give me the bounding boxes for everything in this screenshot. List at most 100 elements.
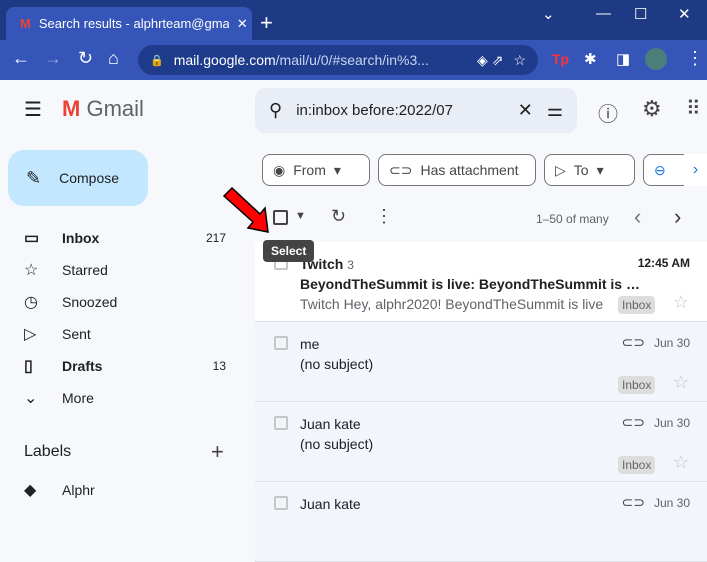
- clear-search-icon[interactable]: ✕: [518, 100, 533, 121]
- subject: BeyondTheSummit is live: BeyondTheSummit…: [300, 276, 645, 292]
- search-input[interactable]: in:inbox before:2022/07: [296, 102, 504, 119]
- pagination-text: 1–50 of many: [536, 212, 609, 226]
- sidebar-item-label: Drafts: [62, 358, 103, 374]
- minimize-button[interactable]: —: [596, 5, 611, 22]
- thread-count: 3: [347, 258, 354, 272]
- sender: Juan kate: [300, 496, 361, 512]
- email-row[interactable]: Juan kate (no subject) ⊂⊃ Jun 30 Inbox ☆: [255, 402, 707, 482]
- attachment-icon: ⊂⊃: [621, 494, 645, 510]
- star-icon[interactable]: ☆: [673, 452, 689, 473]
- profile-avatar[interactable]: [645, 48, 667, 70]
- tab-title: Search results - alphrteam@gmail.com: [38, 16, 229, 31]
- help-icon[interactable]: ⓘ: [598, 98, 618, 127]
- gmail-favicon-icon: M: [20, 16, 31, 31]
- refresh-icon[interactable]: ↻: [331, 206, 346, 227]
- pencil-icon: ✎: [26, 167, 42, 188]
- gmail-logo-text: Gmail: [86, 96, 144, 121]
- sidebar-item-more[interactable]: ⌄ More: [0, 382, 240, 414]
- search-bar[interactable]: ⚲ in:inbox before:2022/07 ✕ ⚌: [255, 88, 577, 133]
- sender-name: Juan kate: [300, 416, 361, 432]
- chip-label: Has attachment: [420, 162, 519, 178]
- date: Jun 30: [653, 416, 690, 430]
- chip-label: To: [573, 162, 589, 178]
- email-row[interactable]: Juan kate ⊂⊃ Jun 30: [255, 482, 707, 562]
- scroll-chips-right-icon[interactable]: ›: [684, 154, 707, 186]
- next-page-icon[interactable]: ›: [674, 204, 681, 230]
- date: Jun 30: [653, 336, 690, 350]
- email-row[interactable]: me (no subject) ⊂⊃ Jun 30 Inbox ☆: [255, 322, 707, 402]
- minus-circle-icon: ⊖: [654, 161, 666, 178]
- back-icon[interactable]: ←: [12, 48, 30, 69]
- label-alphr[interactable]: ◆ Alphr: [0, 474, 240, 506]
- side-panel-icon[interactable]: ◨: [616, 50, 630, 68]
- label-icon: ◆: [24, 482, 37, 499]
- subject: (no subject): [300, 436, 374, 452]
- bookmark-star-icon[interactable]: ☆: [513, 52, 526, 69]
- tab-search-icon[interactable]: ⌄: [542, 5, 555, 23]
- close-tab-icon[interactable]: ✕: [237, 16, 248, 32]
- sender: me: [300, 336, 319, 352]
- date: Jun 30: [653, 496, 690, 510]
- sidebar-item-sent[interactable]: ▷ Sent: [0, 318, 240, 350]
- search-icon[interactable]: ⚲: [269, 100, 282, 121]
- maximize-button[interactable]: ☐: [634, 5, 647, 23]
- inbox-label-badge[interactable]: Inbox: [618, 296, 656, 314]
- menu-kebab-icon[interactable]: ⋮: [686, 48, 704, 69]
- address-bar[interactable]: 🔒 mail.google.com/mail/u/0/#search/in%3.…: [138, 45, 538, 75]
- url-host: mail.google.com: [173, 52, 276, 68]
- sidebar-item-inbox[interactable]: ▭ Inbox 217: [0, 222, 240, 254]
- tab-strip: M Search results - alphrteam@gmail.com ✕…: [0, 0, 707, 40]
- sender: Juan kate: [300, 416, 361, 432]
- close-window-button[interactable]: ✕: [678, 5, 691, 23]
- add-label-icon[interactable]: +: [211, 439, 224, 465]
- reload-icon[interactable]: ↻: [78, 48, 93, 69]
- extensions-puzzle-icon[interactable]: ✱: [584, 50, 597, 68]
- sidebar-item-label: More: [62, 390, 94, 406]
- sidebar-item-drafts[interactable]: ▯ Drafts 13: [0, 350, 240, 382]
- sidebar-item-starred[interactable]: ☆ Starred: [0, 254, 240, 286]
- paperclip-icon: ⊂⊃: [389, 161, 413, 178]
- star-icon[interactable]: ☆: [673, 292, 689, 313]
- attachment-icon: ⊂⊃: [621, 414, 645, 430]
- select-all-checkbox[interactable]: [273, 210, 288, 225]
- clock-icon: ◷: [24, 294, 38, 311]
- send-icon: ▷: [24, 326, 37, 343]
- date: 12:45 AM: [637, 256, 690, 270]
- row-checkbox[interactable]: [274, 336, 288, 350]
- email-row[interactable]: Twitch 3 BeyondTheSummit is live: Beyond…: [255, 242, 707, 322]
- filter-to[interactable]: ▷ To ▾: [544, 154, 635, 186]
- star-icon[interactable]: ☆: [673, 372, 689, 393]
- url-path: /mail/u/0/#search/in%3...: [275, 52, 429, 68]
- filter-from[interactable]: ◉ From ▾: [262, 154, 370, 186]
- search-options-icon[interactable]: ⚌: [547, 100, 563, 121]
- main-menu-icon[interactable]: ☰: [24, 97, 42, 122]
- compose-button[interactable]: ✎ Compose: [8, 150, 148, 206]
- caret-icon: ▾: [333, 161, 341, 178]
- row-checkbox[interactable]: [274, 416, 288, 430]
- attachment-icon: ⊂⊃: [621, 334, 645, 350]
- star-icon: ☆: [24, 262, 39, 279]
- more-actions-icon[interactable]: ⋮: [375, 206, 393, 227]
- inbox-icon: ▭: [24, 230, 40, 247]
- inbox-label-badge[interactable]: Inbox: [618, 376, 656, 394]
- sidebar-item-snoozed[interactable]: ◷ Snoozed: [0, 286, 240, 318]
- row-checkbox[interactable]: [274, 496, 288, 510]
- home-icon[interactable]: ⌂: [108, 48, 119, 69]
- file-icon: ▯: [24, 358, 33, 375]
- prev-page-icon[interactable]: ‹: [634, 204, 641, 230]
- apps-grid-icon[interactable]: ⠿: [686, 96, 701, 121]
- forward-icon[interactable]: →: [44, 48, 62, 69]
- browser-toolbar: ← → ↻ ⌂ 🔒 mail.google.com/mail/u/0/#sear…: [0, 40, 707, 80]
- inbox-label-badge[interactable]: Inbox: [618, 456, 656, 474]
- gmail-logo[interactable]: M Gmail: [62, 96, 144, 122]
- browser-tab[interactable]: M Search results - alphrteam@gmail.com ✕: [6, 7, 252, 40]
- new-tab-button[interactable]: +: [260, 10, 273, 36]
- filter-has-attachment[interactable]: ⊂⊃ Has attachment: [378, 154, 536, 186]
- sidebar-item-label: Inbox: [62, 230, 100, 246]
- settings-gear-icon[interactable]: ⚙: [642, 96, 662, 122]
- url: mail.google.com/mail/u/0/#search/in%3...: [174, 52, 429, 68]
- label-name: Alphr: [62, 482, 95, 498]
- select-dropdown-icon[interactable]: ▼: [295, 210, 306, 222]
- share-icon[interactable]: ◈ ⇗: [477, 52, 503, 69]
- extension-tp-icon[interactable]: Tp: [552, 51, 569, 67]
